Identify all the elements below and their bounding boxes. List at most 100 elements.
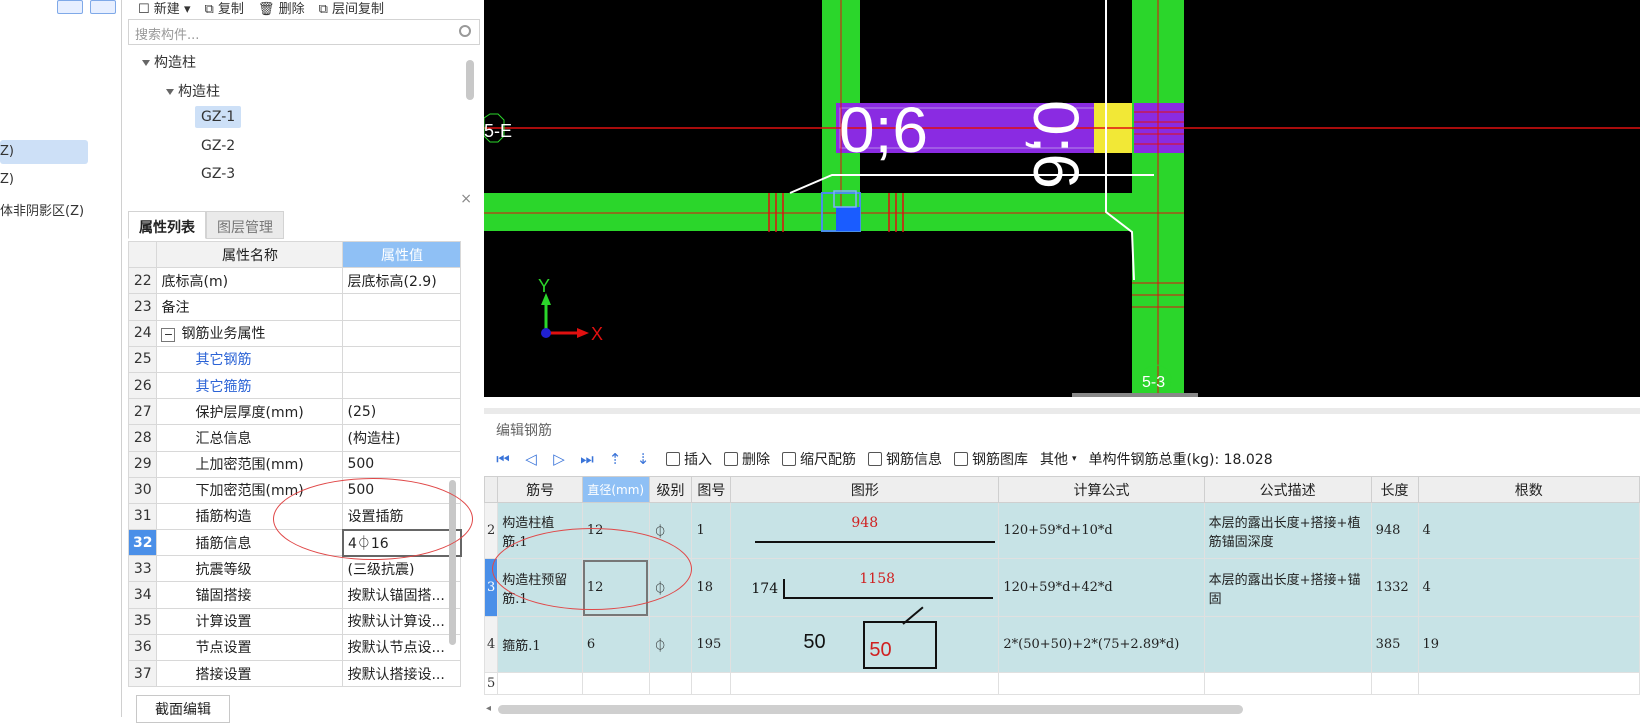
delete-row-button[interactable]: 删除 bbox=[724, 449, 770, 469]
property-group[interactable]: − 钢筋业务属性 bbox=[156, 319, 344, 347]
bar-length[interactable]: 385 bbox=[1370, 616, 1419, 673]
table-row[interactable]: 27 保护层厚度(mm) (25) bbox=[127, 398, 462, 426]
tree-scrollbar[interactable] bbox=[466, 60, 474, 100]
bar-count[interactable]: 4 bbox=[1417, 502, 1640, 559]
table-row[interactable]: 35 计算设置 按默认计算设... bbox=[127, 607, 462, 635]
property-link[interactable]: 其它箍筋 bbox=[156, 371, 344, 400]
bar-name[interactable]: 箍筋.1 bbox=[497, 616, 583, 673]
next-icon[interactable]: ▷ bbox=[548, 450, 570, 468]
table-row[interactable]: 37 搭接设置 按默认搭接设... bbox=[127, 659, 462, 688]
move-down-icon[interactable]: ⇣ bbox=[632, 450, 654, 468]
bar-diameter[interactable]: 6 bbox=[581, 616, 650, 673]
move-up-icon[interactable]: ⇡ bbox=[604, 450, 626, 468]
tree-item-gz3[interactable]: GZ-3 bbox=[201, 166, 235, 182]
table-row[interactable]: 36 节点设置 按默认节点设... bbox=[127, 633, 462, 662]
property-value[interactable] bbox=[342, 371, 462, 400]
cad-canvas[interactable]: 5-E 5-3 0;6 0;6 Y X bbox=[484, 0, 1640, 397]
bar-shape[interactable]: 174 1158 bbox=[730, 558, 1000, 617]
empty-cell[interactable] bbox=[730, 672, 1000, 695]
bar-figure[interactable]: 195 bbox=[691, 616, 732, 673]
table-row[interactable]: 22 底标高(m) 层底标高(2.9) bbox=[127, 267, 462, 295]
table-row[interactable]: 24 − 钢筋业务属性 bbox=[127, 319, 462, 347]
bar-length[interactable]: 948 bbox=[1370, 502, 1419, 559]
property-value[interactable]: 500 bbox=[342, 450, 462, 478]
layer-item-2[interactable]: Z) bbox=[0, 172, 14, 187]
table-row[interactable]: 29 上加密范围(mm) 500 bbox=[127, 450, 462, 478]
table-row[interactable]: 33 抗震等级 (三级抗震) bbox=[127, 555, 462, 583]
last-icon[interactable]: ⏭ bbox=[576, 450, 598, 468]
empty-cell[interactable] bbox=[998, 672, 1205, 695]
property-value[interactable] bbox=[342, 293, 462, 321]
empty-cell[interactable] bbox=[1203, 672, 1372, 695]
property-value[interactable]: 按默认搭接设... bbox=[342, 659, 462, 688]
property-value[interactable]: 层底标高(2.9) bbox=[342, 267, 462, 295]
tree-node-root[interactable]: 构造柱 bbox=[142, 52, 196, 72]
delete-button[interactable]: 🗑 删除 bbox=[258, 0, 305, 17]
property-value[interactable] bbox=[342, 345, 462, 373]
prev-icon[interactable]: ◁ bbox=[520, 450, 542, 468]
table-row[interactable]: 34 锚固搭接 按默认锚固搭... bbox=[127, 581, 462, 609]
property-value[interactable]: (25) bbox=[342, 398, 462, 426]
scroll-left-icon[interactable]: ◂ bbox=[486, 703, 491, 714]
tree-view-icon[interactable] bbox=[90, 0, 116, 14]
bar-shape[interactable]: 948 bbox=[730, 502, 1000, 559]
first-icon[interactable]: ⏮ bbox=[492, 450, 514, 468]
table-row-empty[interactable]: 5 bbox=[483, 672, 1640, 695]
table-row[interactable]: 23 备注 bbox=[127, 293, 462, 321]
scale-rebar-button[interactable]: 缩尺配筋 bbox=[782, 449, 856, 469]
property-value[interactable]: 按默认锚固搭... bbox=[342, 581, 462, 609]
empty-cell[interactable] bbox=[581, 672, 650, 695]
splitter[interactable] bbox=[484, 408, 1640, 414]
property-link[interactable]: 其它钢筋 bbox=[156, 345, 344, 373]
other-dropdown[interactable]: 其他 ▾ bbox=[1040, 449, 1077, 469]
copy-button[interactable]: ⧉ 复制 bbox=[204, 0, 243, 17]
table-row[interactable]: 4 箍筋.1 6 ⏀ 195 50 50 2*(50+50)+2*(75+2.8… bbox=[483, 606, 1640, 673]
bar-formula[interactable]: 2*(50+50)+2*(75+2.89*d) bbox=[998, 616, 1205, 673]
selected-column[interactable] bbox=[836, 207, 860, 231]
bar-formula[interactable]: 120+59*d+10*d bbox=[998, 502, 1205, 559]
section-edit-button[interactable]: 截面编辑 bbox=[136, 695, 230, 723]
empty-cell[interactable] bbox=[648, 672, 693, 695]
bar-count[interactable]: 4 bbox=[1417, 558, 1640, 617]
empty-cell[interactable] bbox=[497, 672, 583, 695]
bar-length[interactable]: 1332 bbox=[1370, 558, 1419, 617]
bar-formula-desc[interactable] bbox=[1203, 616, 1372, 673]
rebar-library-button[interactable]: 钢筋图库 bbox=[954, 449, 1028, 469]
empty-cell[interactable] bbox=[1370, 672, 1419, 695]
search-icon[interactable] bbox=[459, 25, 471, 37]
layer-item-3[interactable]: 体非阴影区(Z) bbox=[0, 200, 84, 219]
layer-item-1[interactable]: Z) bbox=[0, 140, 88, 164]
bar-formula-desc[interactable]: 本层的露出长度+搭接+植筋锚固深度 bbox=[1203, 502, 1372, 559]
table-row[interactable]: 25 其它钢筋 bbox=[127, 345, 462, 373]
bar-shape[interactable]: 50 50 bbox=[730, 606, 1000, 673]
property-value[interactable]: 按默认节点设... bbox=[342, 633, 462, 662]
table-row[interactable]: 28 汇总信息 (构造柱) bbox=[127, 424, 462, 452]
property-value[interactable]: 按默认计算设... bbox=[342, 607, 462, 635]
property-value[interactable] bbox=[342, 319, 462, 347]
bar-grade[interactable]: ⏀ bbox=[648, 616, 693, 673]
empty-cell[interactable] bbox=[1417, 672, 1640, 695]
tab-properties[interactable]: 属性列表 bbox=[128, 211, 206, 239]
bar-formula-desc[interactable]: 本层的露出长度+搭接+锚固 bbox=[1203, 558, 1372, 617]
search-input[interactable]: 搜索构件... bbox=[128, 19, 480, 45]
list-view-icon[interactable] bbox=[57, 0, 83, 14]
bar-figure[interactable]: 18 bbox=[691, 558, 732, 617]
horizontal-scrollbar[interactable] bbox=[498, 705, 1243, 714]
bar-figure[interactable]: 1 bbox=[691, 502, 732, 559]
floor-copy-button[interactable]: ⧉ 层间复制 bbox=[319, 0, 384, 17]
bar-count[interactable]: 19 bbox=[1417, 616, 1640, 673]
tree-node-child[interactable]: 构造柱 bbox=[166, 81, 220, 101]
tab-layers[interactable]: 图层管理 bbox=[206, 211, 284, 239]
rebar-info-button[interactable]: 钢筋信息 bbox=[868, 449, 942, 469]
property-value[interactable]: (构造柱) bbox=[342, 424, 462, 452]
insert-button[interactable]: 插入 bbox=[666, 449, 712, 469]
canvas-scroll-indicator[interactable] bbox=[1072, 393, 1198, 397]
empty-cell[interactable] bbox=[691, 672, 732, 695]
close-icon[interactable]: × bbox=[460, 191, 472, 207]
tree-item-gz2[interactable]: GZ-2 bbox=[201, 138, 235, 154]
bar-formula[interactable]: 120+59*d+42*d bbox=[998, 558, 1205, 617]
collapse-icon[interactable]: − bbox=[161, 328, 176, 343]
tree-item-gz1[interactable]: GZ-1 bbox=[195, 106, 242, 128]
new-button[interactable]: ☐ 新建 ▾ bbox=[138, 0, 190, 17]
table-row[interactable]: 26 其它箍筋 bbox=[127, 371, 462, 400]
